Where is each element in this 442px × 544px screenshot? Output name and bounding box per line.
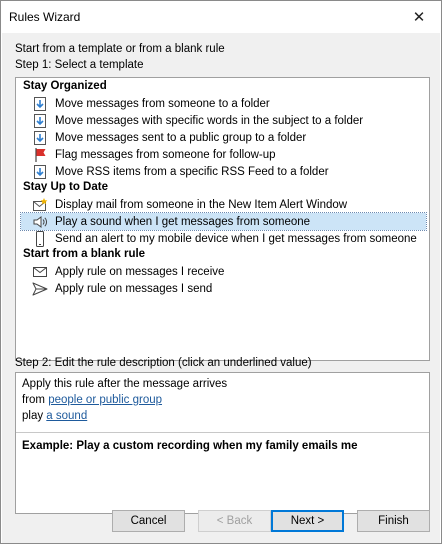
speaker-icon — [32, 214, 48, 230]
move-to-folder-icon — [32, 130, 48, 146]
template-item[interactable]: Play a sound when I get messages from so… — [20, 212, 427, 231]
template-item-label: Apply rule on messages I send — [55, 282, 213, 295]
intro-text: Start from a template or from a blank ru… — [15, 43, 225, 55]
template-item[interactable]: Move messages sent to a public group to … — [21, 129, 426, 146]
step2-label: Step 2: Edit the rule description (click… — [15, 357, 312, 369]
description-line-1: Apply this rule after the message arrive… — [22, 378, 228, 390]
dialog-body: Start from a template or from a blank ru… — [2, 33, 440, 543]
move-to-folder-icon — [32, 96, 48, 112]
group-header: Stay Up to Date — [23, 181, 108, 193]
description-play-prefix: play — [22, 410, 47, 422]
next-button[interactable]: Next > — [271, 510, 344, 532]
description-line-2: from people or public group — [22, 394, 162, 406]
example-text: Example: Play a custom recording when my… — [22, 440, 358, 452]
template-item[interactable]: Apply rule on messages I send — [21, 280, 426, 297]
group-header: Stay Organized — [23, 80, 107, 92]
finish-button[interactable]: Finish — [357, 510, 430, 532]
envelope-icon — [32, 264, 48, 280]
template-item-label: Move RSS items from a specific RSS Feed … — [55, 165, 329, 178]
step1-label: Step 1: Select a template — [15, 59, 144, 71]
move-to-folder-icon — [32, 164, 48, 180]
cancel-button[interactable]: Cancel — [112, 510, 185, 532]
description-separator — [16, 432, 429, 433]
template-item[interactable]: Flag messages from someone for follow-up — [21, 146, 426, 163]
move-to-folder-icon — [32, 113, 48, 129]
back-button[interactable]: < Back — [198, 510, 271, 532]
people-or-public-group-link[interactable]: people or public group — [48, 394, 162, 406]
template-item-label: Display mail from someone in the New Ite… — [55, 198, 348, 211]
close-icon: ✕ — [412, 9, 426, 26]
template-list[interactable]: Stay Organized Move messages from someone… — [15, 77, 430, 361]
rule-description-box: Apply this rule after the message arrive… — [15, 372, 430, 514]
description-from-prefix: from — [22, 394, 49, 406]
template-item-label: Play a sound when I get messages from so… — [55, 215, 311, 228]
window-title: Rules Wizard — [9, 10, 81, 24]
template-item-label: Move messages sent to a public group to … — [55, 131, 307, 144]
template-item[interactable]: Apply rule on messages I receive — [21, 263, 426, 280]
send-arrow-icon — [32, 281, 48, 297]
description-line-3: play a sound — [22, 410, 87, 422]
template-item-label: Flag messages from someone for follow-up — [55, 148, 276, 161]
template-item[interactable]: Move RSS items from a specific RSS Feed … — [21, 163, 426, 180]
template-item-label: Send an alert to my mobile device when I… — [55, 232, 417, 245]
mobile-phone-icon — [32, 230, 48, 247]
group-header: Start from a blank rule — [23, 248, 146, 260]
template-item[interactable]: Display mail from someone in the New Ite… — [21, 196, 426, 213]
template-item[interactable]: Move messages from someone to a folder — [21, 95, 426, 112]
red-flag-icon — [32, 147, 48, 163]
template-item[interactable]: Send an alert to my mobile device when I… — [21, 230, 426, 247]
template-item[interactable]: Move messages with specific words in the… — [21, 112, 426, 129]
rules-wizard-window: Rules Wizard ✕ Start from a template or … — [0, 0, 442, 544]
a-sound-link[interactable]: a sound — [46, 410, 87, 422]
template-item-label: Apply rule on messages I receive — [55, 265, 225, 278]
template-item-label: Move messages from someone to a folder — [55, 97, 270, 110]
title-bar[interactable]: Rules Wizard ✕ — [1, 1, 441, 33]
template-item-label: Move messages with specific words in the… — [55, 114, 364, 127]
new-item-alert-icon — [32, 197, 48, 213]
close-button[interactable]: ✕ — [397, 1, 441, 33]
